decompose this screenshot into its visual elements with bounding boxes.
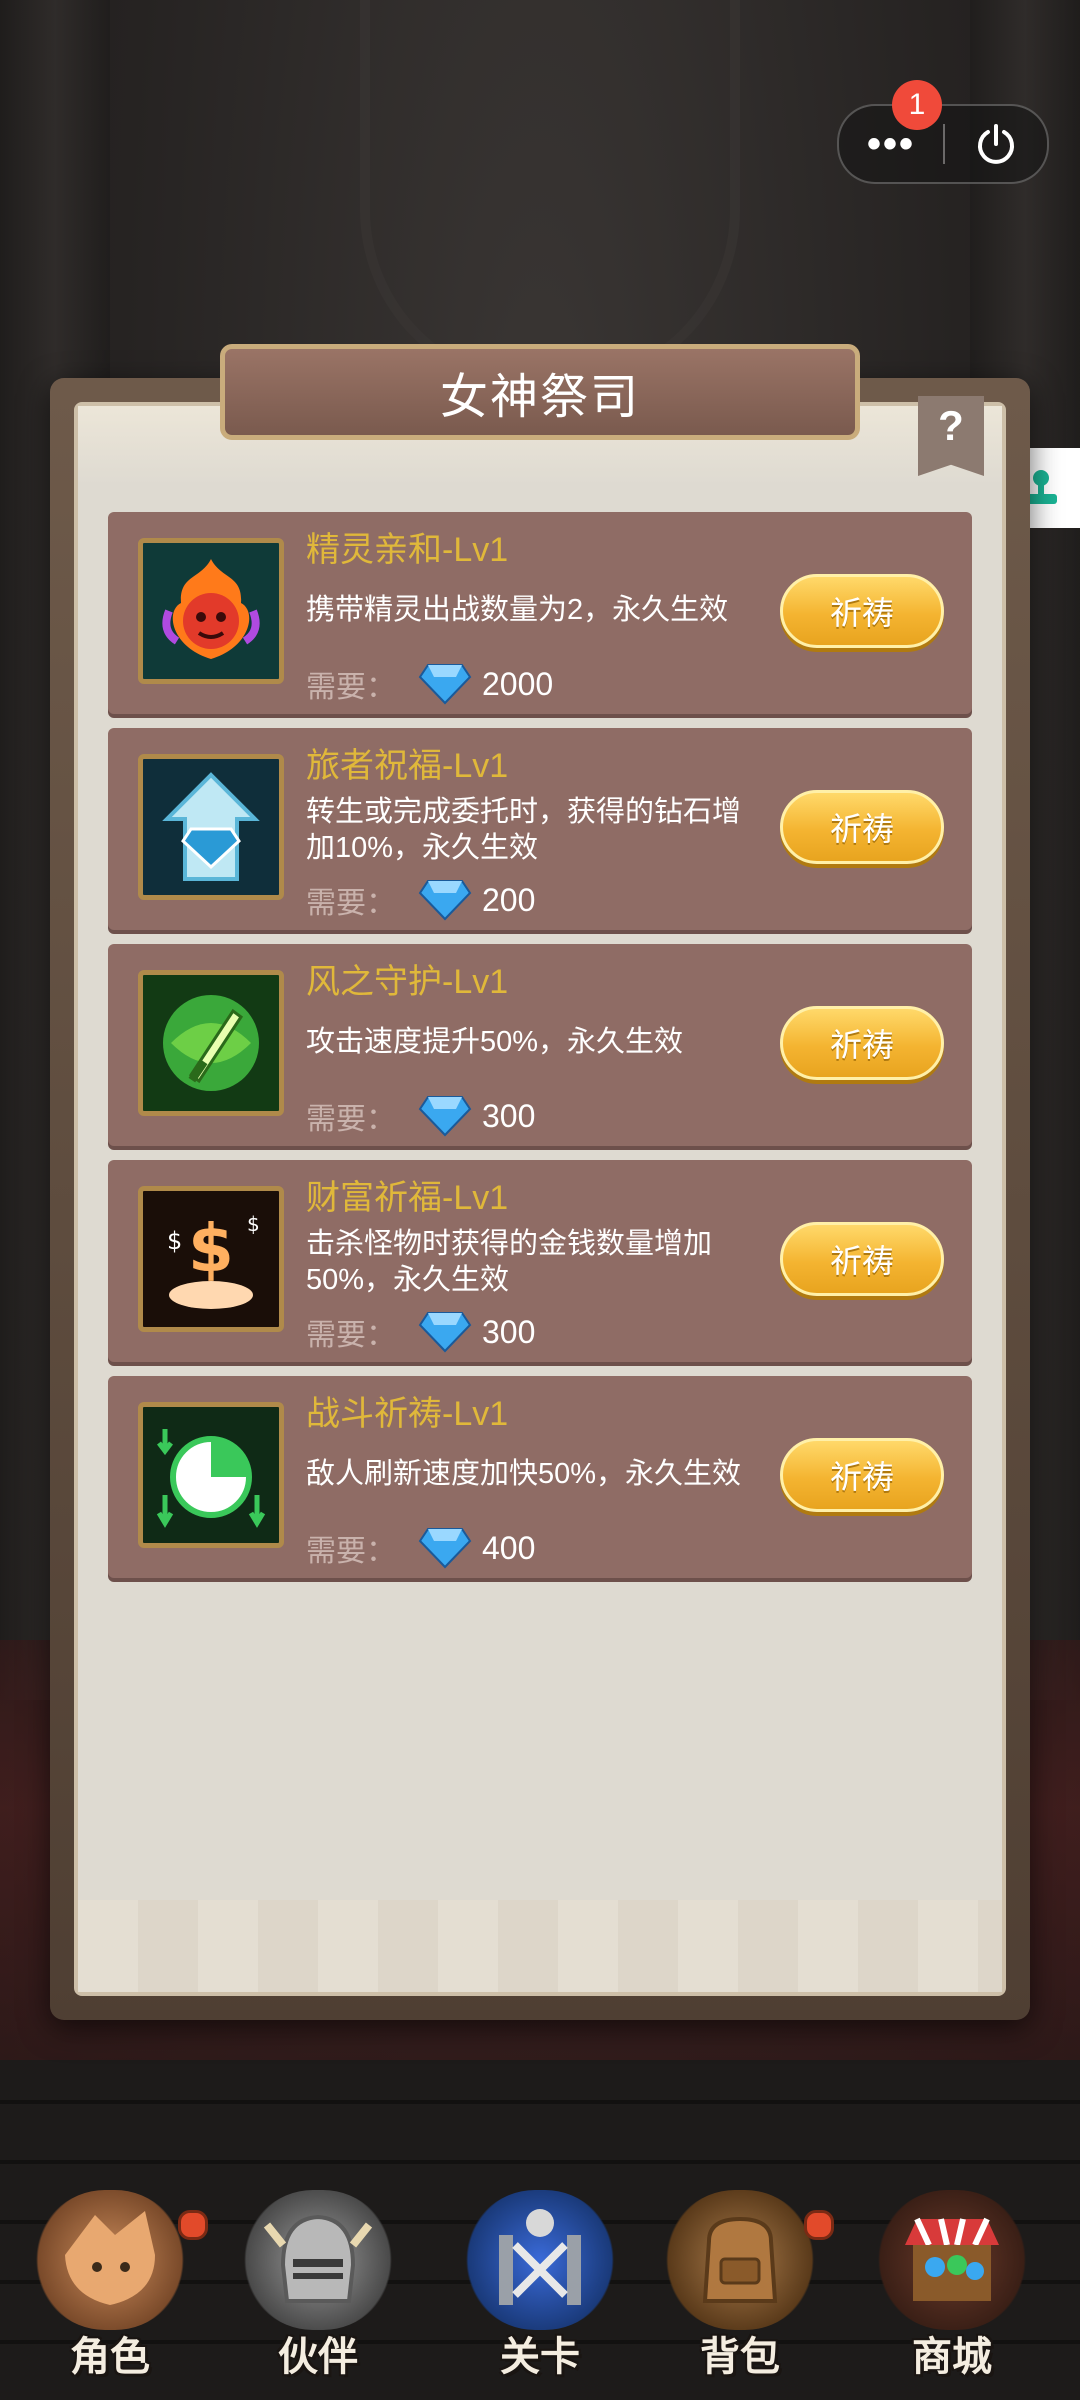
diamond-icon [418, 1312, 472, 1353]
diamond-icon [418, 1096, 472, 1137]
skill-row: 旅者祝福-Lv1 转生或完成委托时，获得的钻石增加10%，永久生效 需要： 20… [108, 728, 972, 930]
pray-button[interactable]: 祈祷 [780, 790, 944, 864]
cost-amount: 300 [482, 1313, 536, 1350]
dialog-title: 女神祭司 [439, 371, 640, 424]
skill-requirement: 需要： 200 [306, 878, 535, 922]
diamond-icon [418, 880, 472, 921]
question-mark-icon: ? [938, 402, 964, 449]
skill-name: 风之守护-Lv1 [306, 963, 509, 1001]
skill-description: 携带精灵出战数量为2，永久生效 [306, 594, 729, 626]
skill-name: 财富祈福-Lv1 [306, 1179, 509, 1217]
stage-swords-icon [465, 2190, 615, 2330]
dialog-title-banner: 女神祭司 [220, 344, 860, 440]
nav-label: 伙伴 [278, 2335, 358, 2379]
skill-description: 转生或完成委托时，获得的钻石增加10%，永久生效 [306, 796, 742, 864]
cost-amount: 400 [482, 1529, 536, 1566]
diamond-icon [418, 664, 472, 705]
wind-sword-icon [138, 970, 284, 1116]
requirement-label: 需要： [306, 671, 396, 704]
skill-name: 战斗祈祷-Lv1 [306, 1395, 509, 1433]
nav-item-role[interactable]: 角色 [20, 2190, 200, 2400]
clock-arrows-icon [138, 1402, 284, 1548]
skill-requirement: 需要： 400 [306, 1526, 535, 1570]
svg-text:$: $ [188, 1210, 234, 1287]
skill-description: 击杀怪物时获得的金钱数量增加50%，永久生效 [306, 1228, 713, 1296]
mini-program-capsule: ••• [837, 104, 1049, 184]
skill-name: 精灵亲和-Lv1 [306, 531, 509, 569]
skill-description: 敌人刷新速度加快50%，永久生效 [306, 1458, 742, 1490]
cost-amount: 200 [482, 881, 536, 918]
nav-item-partner[interactable]: 伙伴 [228, 2190, 408, 2400]
pray-button[interactable]: 祈祷 [780, 1438, 944, 1512]
nav-backpack-dot [804, 2210, 834, 2240]
nav-label: 背包 [700, 2335, 780, 2379]
pray-button[interactable]: 祈祷 [780, 1006, 944, 1080]
nav-label: 商城 [912, 2335, 992, 2379]
hero-portrait-icon [35, 2190, 185, 2330]
money-cloud-icon: $ $ $ [138, 1186, 284, 1332]
skill-requirement: 需要： 300 [306, 1310, 535, 1354]
nav-label: 角色 [70, 2335, 150, 2379]
pray-button[interactable]: 祈祷 [780, 574, 944, 648]
skill-description: 攻击速度提升50%，永久生效 [306, 1026, 684, 1058]
help-button[interactable]: ? [918, 396, 984, 476]
diamond-icon [418, 1528, 472, 1569]
power-icon[interactable] [945, 106, 1047, 182]
background-arch [360, 0, 740, 390]
notification-badge: 1 [892, 80, 942, 130]
knight-helmet-icon [243, 2190, 393, 2330]
cost-amount: 2000 [482, 665, 554, 702]
nav-item-backpack[interactable]: 背包 [650, 2190, 830, 2400]
skill-requirement: 需要： 2000 [306, 662, 553, 706]
requirement-label: 需要： [306, 1319, 396, 1352]
skill-row: 精灵亲和-Lv1 携带精灵出战数量为2，永久生效 需要： 2000 祈祷 [108, 512, 972, 714]
svg-text:$: $ [247, 1212, 260, 1236]
nav-label: 关卡 [500, 2335, 580, 2379]
pray-button[interactable]: 祈祷 [780, 1222, 944, 1296]
nav-role-dot [178, 2210, 208, 2240]
shop-stall-icon [877, 2190, 1027, 2330]
requirement-label: 需要： [306, 887, 396, 920]
requirement-label: 需要： [306, 1535, 396, 1568]
bottom-nav: 角色 伙伴 关卡 背包 商城 [0, 2170, 1080, 2400]
skill-name: 旅者祝福-Lv1 [306, 747, 509, 785]
nav-item-stage[interactable]: 关卡 [450, 2190, 630, 2400]
skill-requirement: 需要： 300 [306, 1094, 535, 1138]
nav-item-shop[interactable]: 商城 [862, 2190, 1042, 2400]
diamond-arrow-icon [138, 754, 284, 900]
dialog-bottom-ornament [78, 1900, 1002, 1992]
fire-spirit-icon [138, 538, 284, 684]
skill-row: $ $ $ 财富祈福-Lv1 击杀怪物时获得的金钱数量增加50%，永久生效 需要： … [108, 1160, 972, 1362]
svg-text:$: $ [167, 1227, 182, 1255]
requirement-label: 需要： [306, 1103, 396, 1136]
skill-row: 风之守护-Lv1 攻击速度提升50%，永久生效 需要： 300 祈祷 [108, 944, 972, 1146]
cost-amount: 300 [482, 1097, 536, 1134]
backpack-icon [665, 2190, 815, 2330]
skill-row: 战斗祈祷-Lv1 敌人刷新速度加快50%，永久生效 需要： 400 祈祷 [108, 1376, 972, 1578]
